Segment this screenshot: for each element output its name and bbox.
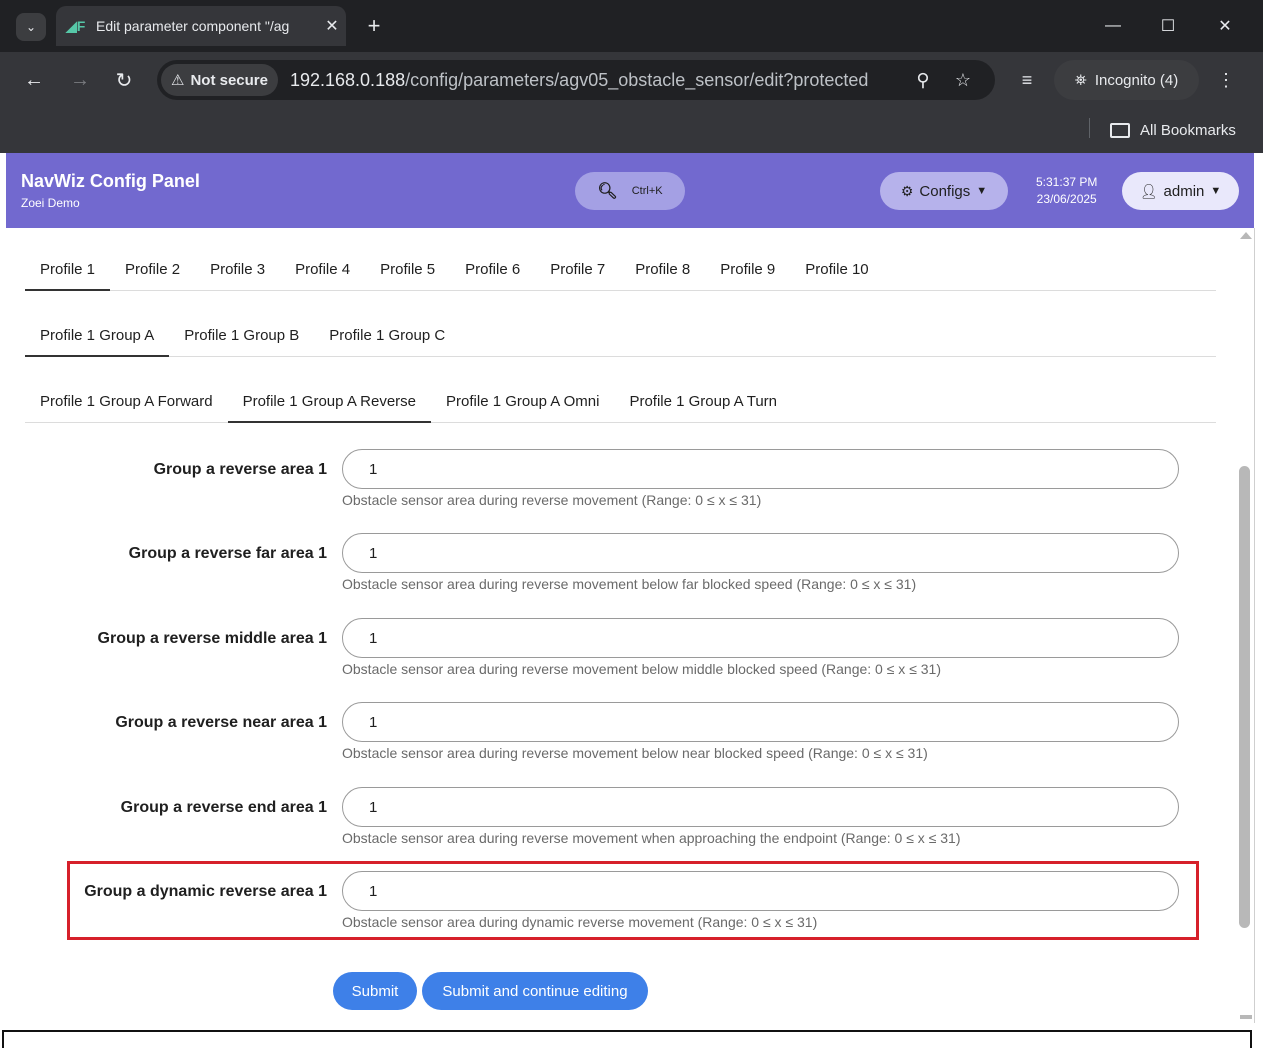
field-label: Group a reverse end area 1 [120,799,327,816]
tab-search-chevron-icon[interactable]: ⌄ [16,13,46,41]
back-arrow-icon[interactable]: ← [20,66,48,94]
tab-direction-4[interactable]: Profile 1 Group A Turn [614,380,792,422]
search-icon: 🔍︎ [597,183,618,200]
submit-button[interactable]: Submit [333,972,417,1010]
clock: 5:31:37 PM 23/06/2025 [1036,174,1097,208]
scroll-down-arrow-icon[interactable] [1240,1015,1252,1019]
user-label: admin [1163,182,1205,200]
tab-profile-6[interactable]: Profile 6 [450,248,535,290]
url-text[interactable]: 192.168.0.188/config/parameters/agv05_ob… [290,70,868,91]
tab-profile-2[interactable]: Profile 2 [110,248,195,290]
tab-profile-4[interactable]: Profile 4 [280,248,365,290]
tab-direction-3[interactable]: Profile 1 Group A Omni [431,380,614,422]
caret-down-icon: ▼ [976,185,988,197]
search-shortcut: Ctrl+K [631,185,663,197]
browser-menu-icon[interactable]: ⋮ [1212,66,1240,94]
main-content: Profile 1 Profile 2 Profile 3 Profile 4 Prof… [6,228,1237,1023]
bookmarks-bar: All Bookmarks [0,108,1263,153]
tab-profile-8[interactable]: Profile 8 [620,248,705,290]
field-help-text: Obstacle sensor area during reverse move… [342,661,942,677]
url-host: 192.168.0.188 [289,69,406,90]
bookmarks-separator [1089,118,1090,138]
submit-continue-button[interactable]: Submit and continue editing [422,972,648,1010]
scrollbar[interactable] [1237,228,1254,1023]
tab-close-icon[interactable]: ✕ [318,16,346,36]
not-secure-chip[interactable]: ⚠ Not secure [161,64,278,96]
window-close-icon[interactable]: ✕ [1210,12,1240,40]
app-title: NavWiz Config Panel [21,171,200,191]
caret-down-icon: ▼ [1210,185,1222,197]
browser-tab[interactable]: ◢F Edit parameter component "/ag ✕ [56,6,346,46]
bottom-overlay-box [2,1030,1252,1048]
field-label: Group a reverse far area 1 [128,545,327,562]
profile-tabs: Profile 1 Profile 2 Profile 3 Profile 4 Prof… [25,248,1216,291]
browser-tabstrip: ⌄ ◢F Edit parameter component "/ag ✕ + —… [0,0,1263,52]
bookmark-star-icon[interactable]: ☆ [949,66,977,94]
tab-profile-10[interactable]: Profile 10 [790,248,883,290]
tab-group-3[interactable]: Profile 1 Group C [314,314,460,356]
area-input[interactable] [342,618,1179,658]
tab-title: Edit parameter component "/ag [96,18,290,34]
field-help-text: Obstacle sensor area during reverse move… [342,745,928,761]
scroll-thumb[interactable] [1239,466,1250,928]
incognito-button[interactable]: ⛯ Incognito (4) [1054,60,1199,100]
search-button[interactable]: 🔍︎ Ctrl+K [575,172,685,210]
group-tabs: Profile 1 Group A Profile 1 Group B Profil… [25,314,1216,357]
clock-time: 5:31:37 PM [1036,175,1098,189]
configs-label: Configs [919,182,971,200]
tab-profile-5[interactable]: Profile 5 [365,248,450,290]
new-tab-button[interactable]: + [360,12,388,40]
user-dropdown-button[interactable]: 👤︎ admin ▼ [1122,172,1239,210]
field-label: Group a reverse middle area 1 [97,630,327,647]
all-bookmarks-button[interactable]: All Bookmarks [1110,116,1236,144]
app-navbar: NavWiz Config Panel Zoei Demo 🔍︎ Ctrl+K … [6,153,1254,228]
url-path: /config/parameters/agv05_obstacle_sensor… [405,69,869,90]
tab-profile-7[interactable]: Profile 7 [535,248,620,290]
tab-profile-3[interactable]: Profile 3 [195,248,280,290]
tab-profile-1[interactable]: Profile 1 [25,248,111,291]
field-label: Group a reverse near area 1 [115,714,327,731]
app-subtitle: Zoei Demo [21,196,80,210]
tab-direction-1[interactable]: Profile 1 Group A Forward [25,380,228,422]
tab-direction-2[interactable]: Profile 1 Group A Reverse [227,380,432,423]
incognito-icon: ⛯ [1074,71,1087,89]
warning-triangle-icon: ⚠ [171,72,185,89]
reading-list-icon[interactable]: ≡ [1013,66,1041,94]
tab-group-1[interactable]: Profile 1 Group A [25,314,170,357]
area-input[interactable] [342,702,1179,742]
area-input[interactable] [342,533,1179,573]
incognito-label: Incognito (4) [1094,71,1179,89]
folder-icon [1110,122,1130,138]
all-bookmarks-label: All Bookmarks [1140,121,1236,139]
maximize-icon[interactable]: ☐ [1153,12,1183,40]
screen: ⌄ ◢F Edit parameter component "/ag ✕ + —… [0,0,1263,1048]
tab-profile-9[interactable]: Profile 9 [705,248,790,290]
window-edge [1254,228,1255,1023]
field-help-text: Obstacle sensor area during reverse move… [342,492,762,508]
field-label: Group a reverse area 1 [153,461,327,478]
scroll-up-arrow-icon[interactable] [1240,232,1252,239]
field-help-text: Obstacle sensor area during reverse move… [342,830,961,846]
forward-arrow-icon[interactable]: → [66,66,94,94]
browser-toolbar: ← → ↻ ⚠ Not secure 192.168.0.188/config/… [0,52,1263,108]
zoom-icon[interactable]: ⚲ [909,66,937,94]
area-input[interactable] [342,787,1179,827]
user-icon: 👤︎ [1139,182,1158,199]
highlight-box [67,861,1199,940]
area-input[interactable] [342,449,1179,489]
clock-date: 23/06/2025 [1036,192,1097,206]
not-secure-label: Not secure [190,71,268,89]
field-help-text: Obstacle sensor area during reverse move… [342,576,917,592]
address-bar[interactable]: ⚠ Not secure 192.168.0.188/config/parame… [157,60,995,100]
gear-icon: ⚙ [900,182,914,199]
brand[interactable]: NavWiz Config Panel Zoei Demo [21,171,200,210]
minimize-icon[interactable]: — [1098,12,1128,40]
configs-dropdown-button[interactable]: ⚙ Configs ▼ [880,172,1008,210]
favicon-icon: ◢F [66,17,86,34]
tab-group-2[interactable]: Profile 1 Group B [169,314,314,356]
direction-tabs: Profile 1 Group A Forward Profile 1 Group… [25,380,1216,423]
reload-icon[interactable]: ↻ [110,66,138,94]
